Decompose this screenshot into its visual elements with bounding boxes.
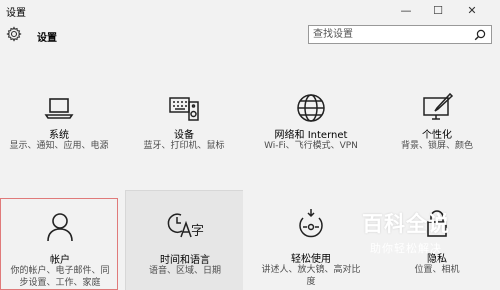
laptop-icon — [44, 98, 74, 119]
gear-icon — [6, 26, 22, 42]
search-input[interactable] — [313, 28, 463, 41]
tile-description: 显示、通知、应用、电源 — [9, 141, 109, 151]
search-icon[interactable] — [474, 29, 486, 41]
tile-label: 个性化 — [422, 130, 452, 141]
tile-description: 位置、相机 — [414, 265, 460, 275]
watermark-sub: 助你轻松解决 — [370, 242, 442, 255]
maximize-button[interactable]: ☐ — [424, 0, 452, 20]
watermark: 百科全说 助你轻松解决 — [336, 204, 476, 262]
svg-text:字: 字 — [191, 224, 204, 239]
watermark-main: 百科全说 — [362, 212, 450, 236]
tile-description: 蓝牙、打印机、鼠标 — [143, 141, 225, 151]
globe-icon — [297, 94, 325, 122]
tile-system[interactable]: 系统 显示、通知、应用、电源 — [0, 82, 118, 182]
close-icon: ✕ — [467, 3, 477, 17]
tile-description: Wi-Fi、飞行模式、VPN — [264, 141, 358, 151]
tile-description: 语音、区域、日期 — [148, 266, 221, 276]
ease-of-access-icon — [299, 209, 323, 238]
minimize-button[interactable]: — — [392, 0, 420, 20]
person-icon — [47, 213, 73, 242]
tile-label: 帐户 — [50, 255, 70, 266]
close-button[interactable]: ✕ — [458, 0, 486, 20]
tile-label: 设备 — [174, 130, 194, 141]
tile-description: 背景、锁屏、颜色 — [400, 141, 473, 151]
tile-network[interactable]: 网络和 Internet Wi-Fi、飞行模式、VPN — [252, 82, 370, 182]
keyboard-speaker-icon — [169, 97, 199, 121]
tile-description: 讲述人、放大镜、高对比度 — [261, 265, 361, 287]
maximize-icon: ☐ — [433, 3, 443, 17]
search-box[interactable] — [308, 25, 492, 44]
tile-label: 网络和 Internet — [274, 130, 348, 141]
title-bar: 设置 — ☐ ✕ — [0, 0, 500, 22]
tile-description: 你的帐户、电子邮件、同步设置、工作、家庭 — [10, 266, 110, 288]
window-title: 设置 — [6, 8, 26, 19]
paint-monitor-icon — [423, 92, 454, 120]
tile-label: 系统 — [49, 130, 69, 141]
tile-label: 时间和语言 — [160, 255, 210, 266]
clock-language-icon: 字 — [167, 213, 204, 239]
tile-time-language[interactable]: 字 时间和语言 语音、区域、日期 — [125, 190, 243, 290]
tile-personalization[interactable]: 个性化 背景、锁屏、颜色 — [378, 82, 496, 182]
tile-accounts[interactable]: 帐户 你的帐户、电子邮件、同步设置、工作、家庭 — [0, 198, 118, 290]
page-title: 设置 — [37, 33, 57, 44]
tile-devices[interactable]: 设备 蓝牙、打印机、鼠标 — [125, 82, 243, 182]
minimize-icon: — — [400, 3, 412, 17]
